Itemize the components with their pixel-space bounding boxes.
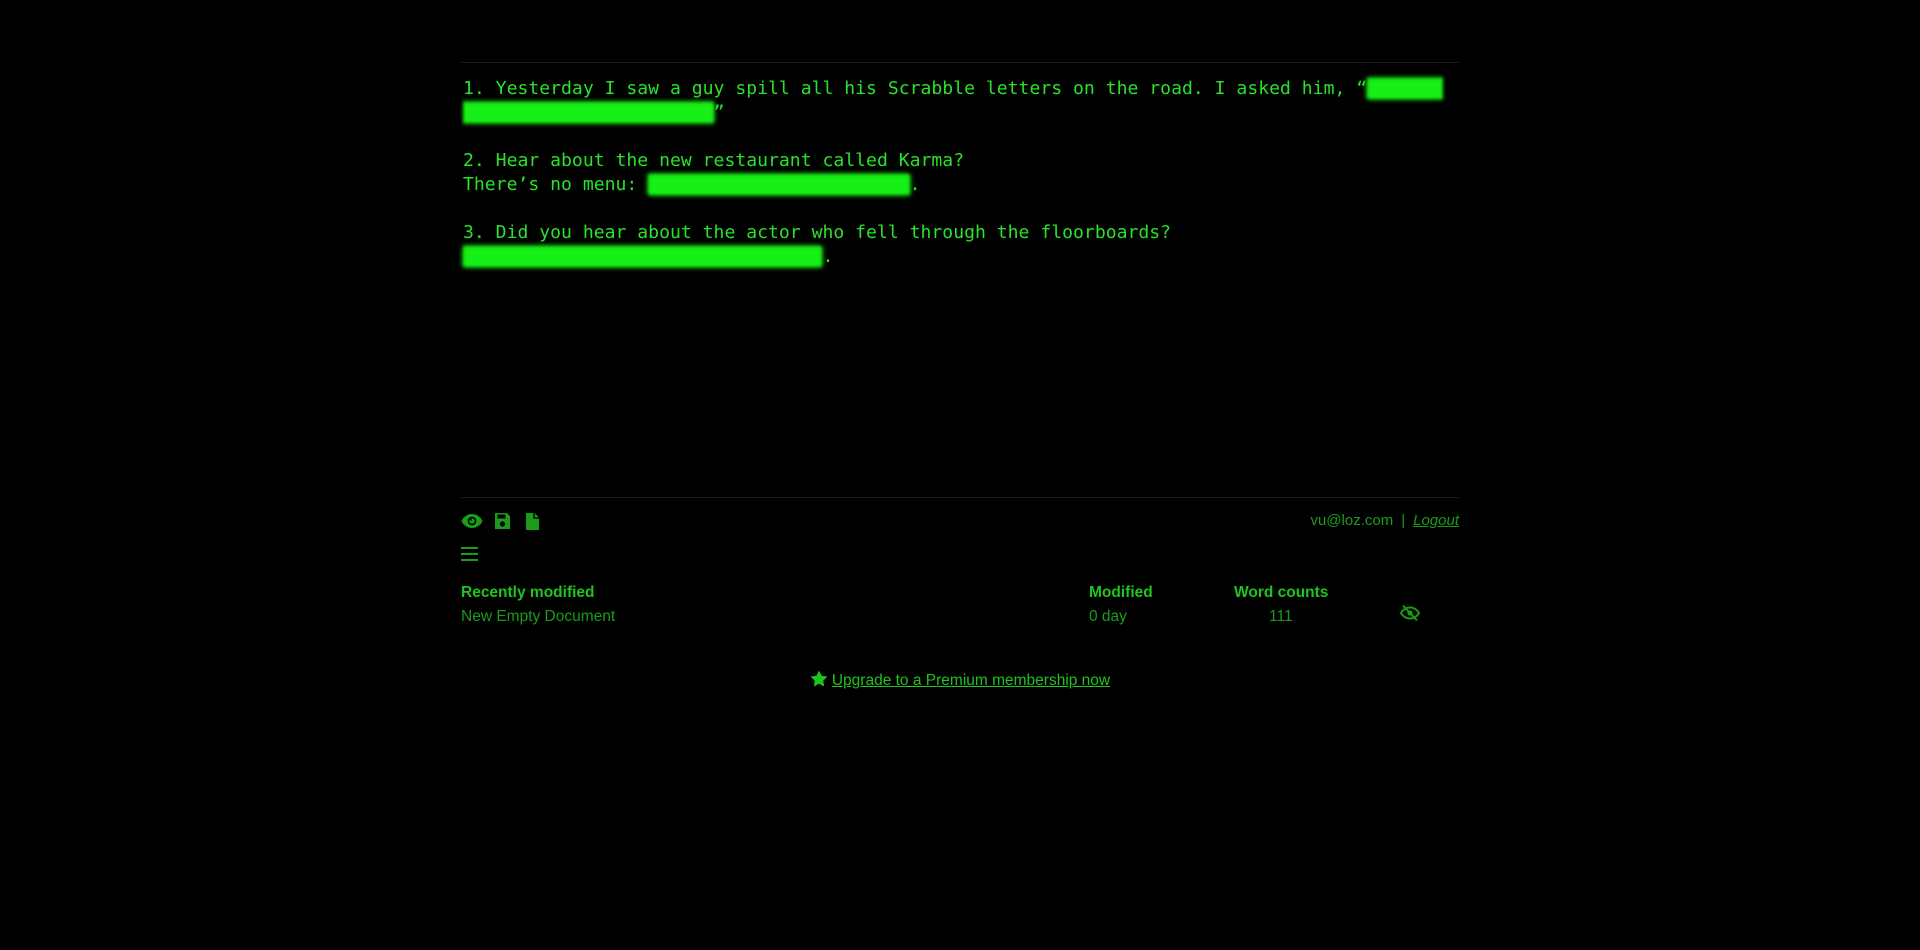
logout-link[interactable]: Logout xyxy=(1413,512,1459,529)
joke-3: 3. Did you hear about the actor who fell… xyxy=(463,221,1457,269)
joke-1: 1. Yesterday I saw a guy spill all his S… xyxy=(463,77,1457,125)
user-area: vu@loz.com | Logout xyxy=(1310,512,1459,529)
joke-3-hidden-answer[interactable]: He was just going through a stage xyxy=(463,246,823,267)
eye-icon[interactable] xyxy=(461,510,483,532)
user-email: vu@loz.com xyxy=(1310,512,1394,529)
upgrade-link[interactable]: Upgrade to a Premium membership now xyxy=(832,672,1110,689)
separator: | xyxy=(1401,512,1406,529)
joke-1-end: ” xyxy=(713,102,725,123)
file-icon[interactable] xyxy=(521,510,543,532)
eye-slash-icon[interactable] xyxy=(1399,604,1421,627)
toolbar: vu@loz.com | Logout xyxy=(461,510,1459,544)
joke-3-end: . xyxy=(822,246,834,267)
header-word-counts: Word counts xyxy=(1234,584,1329,601)
joke-3-question: 3. Did you hear about the actor who fell… xyxy=(463,222,1172,243)
main-container: 1. Yesterday I saw a guy spill all his S… xyxy=(461,0,1459,692)
documents-table: Recently modified Modified Word counts N… xyxy=(461,584,1459,628)
star-icon xyxy=(810,670,828,692)
document-modified: 0 day xyxy=(1089,608,1127,625)
joke-2-text: There’s no menu: xyxy=(463,174,649,195)
document-name-link[interactable]: New Empty Document xyxy=(461,608,615,626)
upgrade-banner: Upgrade to a Premium membership now xyxy=(461,670,1459,692)
toolbar-icons xyxy=(461,510,543,532)
header-modified: Modified xyxy=(1089,584,1153,601)
text-editor[interactable]: 1. Yesterday I saw a guy spill all his S… xyxy=(461,63,1459,497)
save-icon[interactable] xyxy=(491,510,513,532)
joke-2-question: 2. Hear about the new restaurant called … xyxy=(463,150,965,171)
header-recently-modified: Recently modified xyxy=(461,584,595,601)
joke-1-text: 1. Yesterday I saw a guy spill all his S… xyxy=(463,78,1368,99)
document-word-count: 111 xyxy=(1269,608,1293,625)
joke-2: 2. Hear about the new restaurant called … xyxy=(463,149,1457,197)
joke-2-end: . xyxy=(909,174,921,195)
hamburger-menu-icon[interactable] xyxy=(461,546,483,566)
joke-2-hidden-answer[interactable]: You get what you deserve xyxy=(648,174,910,195)
bottom-divider xyxy=(461,497,1459,498)
